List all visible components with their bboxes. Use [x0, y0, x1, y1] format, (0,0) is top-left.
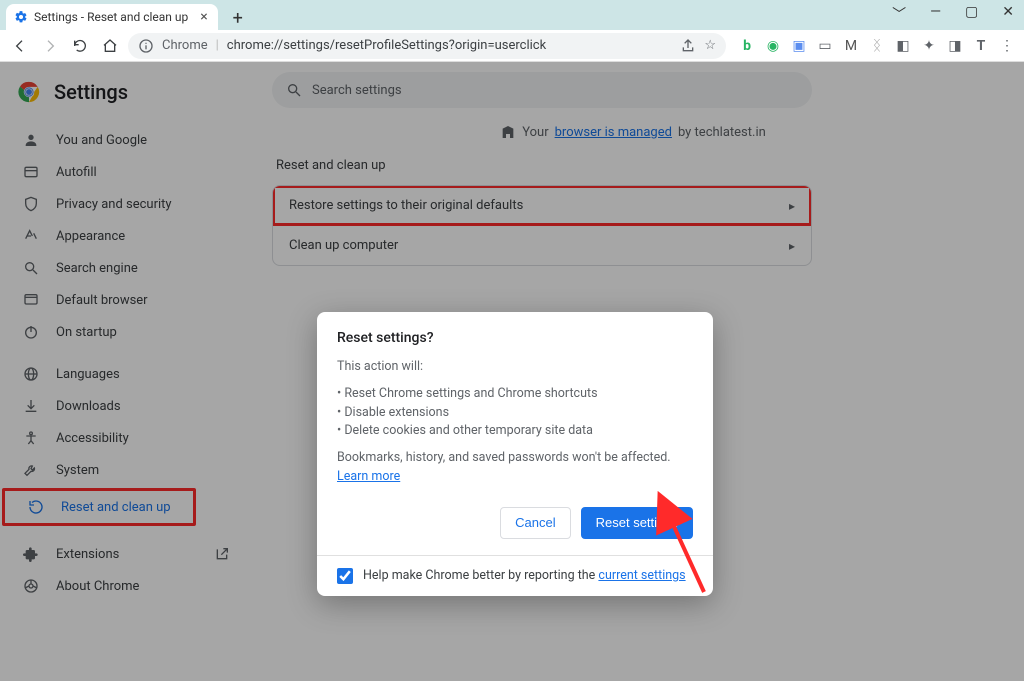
browser-toolbar: Chrome | chrome://settings/resetProfileS… — [0, 30, 1024, 62]
ext-icon[interactable]: b — [738, 38, 756, 54]
ext-icon[interactable]: ◧ — [894, 38, 912, 54]
bookmark-star-icon[interactable]: ☆ — [704, 38, 716, 53]
new-tab-button[interactable]: + — [226, 6, 250, 30]
minimize-icon[interactable]: — — [930, 4, 941, 24]
back-button[interactable] — [8, 34, 32, 58]
maximize-icon[interactable]: ▢ — [965, 4, 978, 24]
dialog-intro: This action will: — [337, 358, 693, 377]
gear-icon — [14, 10, 28, 24]
chrome-menu-icon[interactable]: ⋮ — [998, 38, 1016, 54]
ext-icon[interactable]: M — [842, 38, 860, 54]
home-button[interactable] — [98, 34, 122, 58]
url-scheme-label: Chrome — [162, 38, 208, 53]
tab-title: Settings - Reset and clean up — [34, 10, 188, 24]
cancel-button[interactable]: Cancel — [500, 507, 570, 539]
dialog-bullet: Reset Chrome settings and Chrome shortcu… — [337, 385, 693, 404]
address-bar[interactable]: Chrome | chrome://settings/resetProfileS… — [128, 33, 726, 59]
dialog-title: Reset settings? — [337, 330, 693, 346]
ext-icon[interactable]: T — [972, 38, 990, 54]
extensions-puzzle-icon[interactable]: ✦ — [920, 38, 938, 54]
annotation-arrow — [659, 512, 719, 606]
report-text: Help make Chrome better by reporting the… — [363, 568, 686, 583]
tabstrip: Settings - Reset and clean up × + — [0, 0, 1024, 30]
share-icon[interactable] — [680, 38, 696, 54]
forward-button[interactable] — [38, 34, 62, 58]
ext-icon[interactable]: ▣ — [790, 38, 808, 54]
ext-icon[interactable]: ◉ — [764, 38, 782, 54]
reload-button[interactable] — [68, 34, 92, 58]
tab-close-icon[interactable]: × — [200, 9, 207, 25]
url-text: chrome://settings/resetProfileSettings?o… — [227, 38, 546, 53]
reset-settings-dialog: Reset settings? This action will: Reset … — [317, 312, 713, 596]
dialog-bullet: Disable extensions — [337, 404, 693, 423]
close-window-icon[interactable]: ✕ — [1002, 4, 1014, 24]
ext-icon[interactable]: ▭ — [816, 38, 834, 54]
extensions-toolbar: b ◉ ▣ ▭ M ᛝ ◧ ✦ ◨ T ⋮ — [738, 38, 1016, 54]
ext-icon[interactable]: ᛝ — [868, 38, 886, 54]
caret-down-icon[interactable]: ﹀ — [892, 4, 906, 24]
report-checkbox[interactable] — [337, 568, 353, 584]
ext-icon[interactable]: ◨ — [946, 38, 964, 54]
site-info-icon[interactable] — [138, 38, 154, 54]
browser-tab[interactable]: Settings - Reset and clean up × — [6, 4, 218, 30]
dialog-bullet: Delete cookies and other temporary site … — [337, 422, 693, 441]
dialog-note: Bookmarks, history, and saved passwords … — [337, 449, 693, 487]
learn-more-link[interactable]: Learn more — [337, 469, 400, 484]
